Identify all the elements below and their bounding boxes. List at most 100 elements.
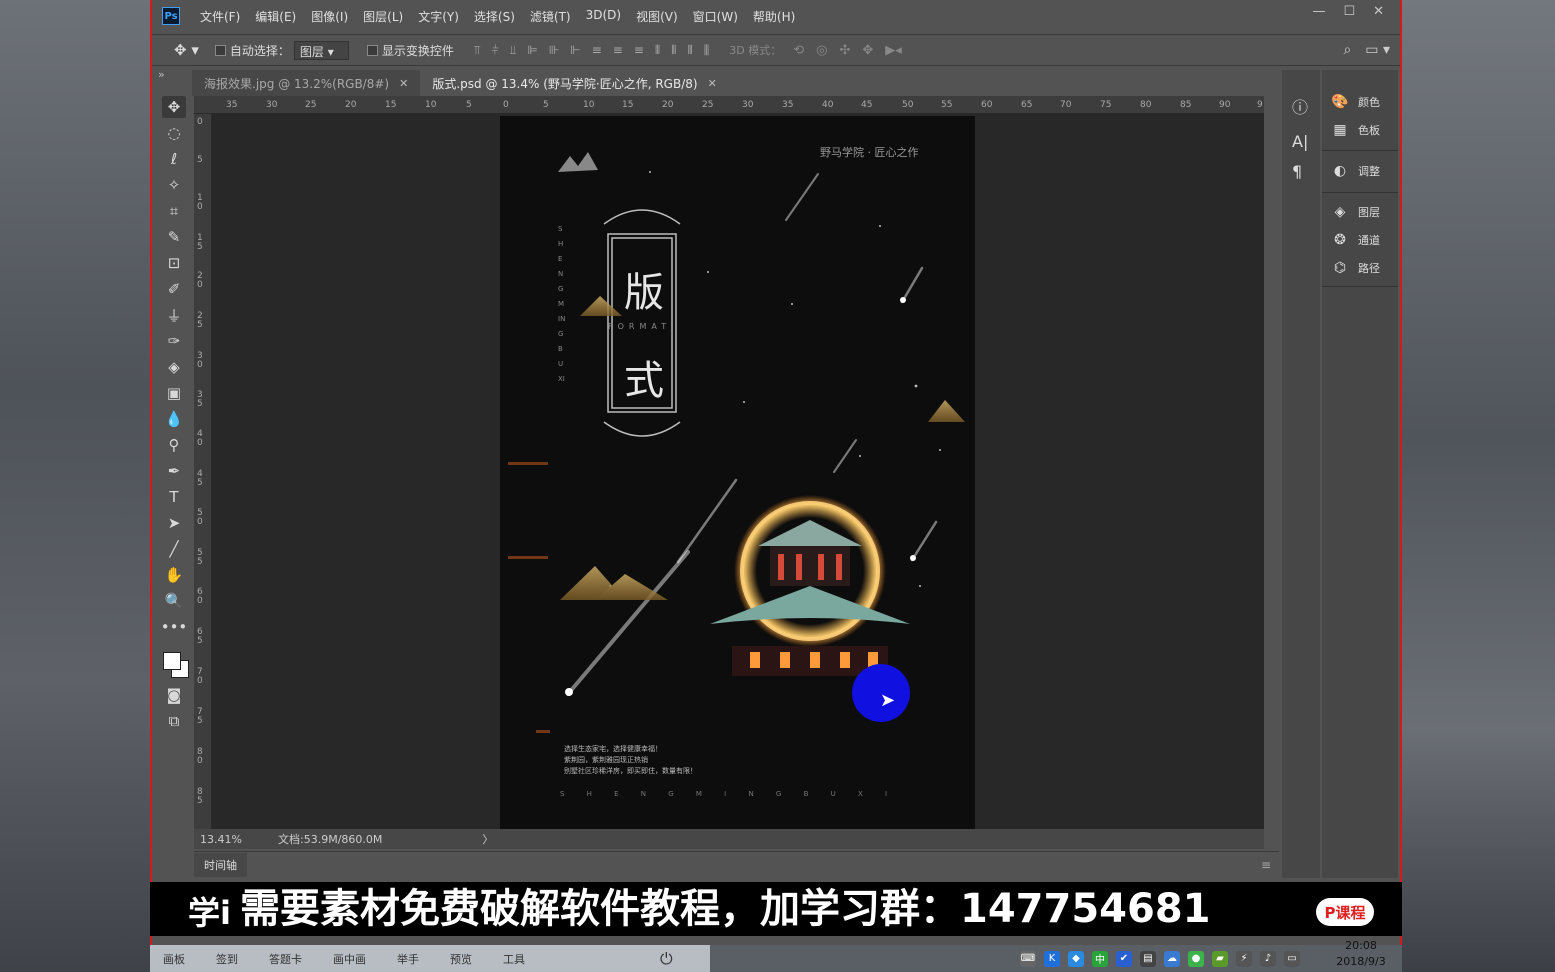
minimize-icon[interactable]: —	[1312, 4, 1325, 19]
menu-select[interactable]: 选择(S)	[474, 8, 515, 25]
align-right-icon[interactable]: ⊩	[570, 43, 580, 58]
frame-tool-icon[interactable]: ⊡	[162, 252, 186, 274]
distribute-left-icon[interactable]: ⦀	[655, 43, 660, 58]
panel-swatches[interactable]: ▦ 色板	[1330, 122, 1380, 138]
more-tools-icon[interactable]: •••	[161, 616, 188, 638]
distribute-top-icon[interactable]: ≡	[592, 43, 602, 58]
foreground-color-swatch[interactable]	[163, 652, 181, 670]
stamp-tool-icon[interactable]: ⏚	[162, 304, 186, 326]
toolbar-pip[interactable]: 画中画	[333, 951, 366, 967]
nvidia-icon[interactable]: ▰	[1212, 950, 1228, 967]
menu-edit[interactable]: 编辑(E)	[255, 8, 296, 25]
menu-filter[interactable]: 滤镜(T)	[530, 8, 571, 25]
panel-adjustments[interactable]: ◐ 调整	[1330, 163, 1380, 179]
path-select-tool-icon[interactable]: ➤	[162, 512, 186, 534]
close-tab-icon[interactable]: ✕	[708, 77, 717, 90]
color-swatches[interactable]	[159, 646, 189, 680]
menu-view[interactable]: 视图(V)	[636, 8, 678, 25]
toolbar-whiteboard[interactable]: 画板	[163, 951, 185, 967]
align-top-icon[interactable]: ⫪	[474, 43, 481, 58]
magic-wand-tool-icon[interactable]: ✧	[162, 174, 186, 196]
line-tool-icon[interactable]: ╱	[162, 538, 186, 560]
align-bottom-icon[interactable]: ⫫	[510, 43, 517, 58]
collapse-tools-icon[interactable]: »	[158, 68, 165, 81]
auto-align-icon[interactable]: ⫼	[704, 43, 710, 58]
info-icon[interactable]: ⓘ	[1292, 94, 1308, 118]
screen-mode-icon[interactable]: ⧉	[162, 710, 186, 732]
pen-tool-icon[interactable]: ✒	[162, 460, 186, 482]
close-icon[interactable]: ✕	[1373, 4, 1384, 19]
volume-icon[interactable]: ♪	[1260, 950, 1276, 967]
canvas-area[interactable]: 35 30 25 20 15 10 5 0 5 10 15 20 25 30 3…	[194, 96, 1264, 829]
toolbar-tools[interactable]: 工具	[503, 951, 525, 967]
3d-slide-icon[interactable]: ✥	[862, 43, 873, 58]
align-hcenter-icon[interactable]: ⊪	[549, 43, 559, 58]
k-app-icon[interactable]: K	[1044, 950, 1060, 967]
distribute-bottom-icon[interactable]: ≡	[634, 43, 644, 58]
film-icon[interactable]: ▤	[1140, 950, 1156, 967]
menu-window[interactable]: 窗口(W)	[693, 8, 738, 25]
3d-orbit-icon[interactable]: ⟲	[793, 43, 804, 58]
shield-app-icon[interactable]: ◆	[1068, 950, 1084, 967]
close-tab-icon[interactable]: ✕	[399, 77, 408, 90]
wechat-icon[interactable]: ●	[1188, 950, 1204, 967]
history-brush-tool-icon[interactable]: ✑	[162, 330, 186, 352]
marquee-tool-icon[interactable]: ◌	[162, 122, 186, 144]
align-left-icon[interactable]: ⊫	[527, 43, 537, 58]
toolbar-raise-hand[interactable]: 举手	[397, 951, 419, 967]
distribute-vcenter-icon[interactable]: ≡	[613, 43, 623, 58]
menu-type[interactable]: 文字(Y)	[418, 8, 459, 25]
panel-menu-icon[interactable]: ≡	[1261, 858, 1271, 872]
distribute-hcenter-icon[interactable]: ⦀	[671, 43, 676, 58]
distribute-right-icon[interactable]: ⦀	[687, 43, 692, 58]
3d-roll-icon[interactable]: ◎	[816, 43, 827, 58]
panel-layers[interactable]: ◈ 图层	[1330, 204, 1380, 220]
auto-select-checkbox[interactable]	[214, 44, 226, 56]
move-tool-preset-icon[interactable]: ✥ ▾	[174, 41, 199, 59]
toolbar-preview[interactable]: 预览	[450, 951, 472, 967]
hand-tool-icon[interactable]: ✋	[162, 564, 186, 586]
menu-image[interactable]: 图像(I)	[311, 8, 348, 25]
gradient-tool-icon[interactable]: ▣	[162, 382, 186, 404]
status-menu-icon[interactable]: 〉	[482, 831, 493, 847]
menu-help[interactable]: 帮助(H)	[753, 8, 795, 25]
dodge-tool-icon[interactable]: ⚲	[162, 434, 186, 456]
keyboard-icon[interactable]: ⌨	[1020, 950, 1036, 967]
network-icon[interactable]: ⚡	[1236, 950, 1252, 967]
eyedropper-tool-icon[interactable]: ✎	[162, 226, 186, 248]
toolbar-checkin[interactable]: 签到	[216, 951, 238, 967]
brush-tool-icon[interactable]: ✐	[162, 278, 186, 300]
workspace-icon[interactable]: ▭ ▾	[1365, 42, 1390, 58]
type-tool-icon[interactable]: T	[162, 486, 186, 508]
character-icon[interactable]: A|	[1292, 132, 1308, 151]
search-icon[interactable]: ⌕	[1343, 42, 1351, 58]
menu-3d[interactable]: 3D(D)	[586, 8, 621, 25]
zoom-level[interactable]: 13.41%	[194, 833, 244, 846]
poster-document[interactable]: 野马学院 · 匠心之作 版 FORMAT 式 SHENGMINGBUXI 选择生…	[500, 116, 975, 829]
crop-tool-icon[interactable]: ⌗	[162, 200, 186, 222]
cloud-icon[interactable]: ☁	[1164, 950, 1180, 967]
menu-layer[interactable]: 图层(L)	[363, 8, 403, 25]
auto-select-dropdown[interactable]: 图层 ▾	[293, 40, 349, 60]
timeline-tab[interactable]: 时间轴	[194, 852, 247, 877]
3d-camera-icon[interactable]: ▶◂	[885, 43, 902, 58]
panel-color[interactable]: 🎨 颜色	[1330, 94, 1380, 110]
tab-poster-jpg[interactable]: 海报效果.jpg @ 13.2%(RGB/8#) ✕	[192, 70, 421, 96]
security-icon[interactable]: ✔	[1116, 950, 1132, 967]
toolbar-answer-card[interactable]: 答题卡	[269, 951, 302, 967]
blur-tool-icon[interactable]: 💧	[162, 408, 186, 430]
show-transform-checkbox[interactable]	[366, 44, 378, 56]
align-vcenter-icon[interactable]: ⫩	[492, 43, 499, 58]
quick-mask-icon[interactable]: ◙	[162, 684, 186, 706]
zoom-tool-icon[interactable]: 🔍	[162, 590, 186, 612]
maximize-icon[interactable]: ☐	[1343, 4, 1355, 19]
system-clock[interactable]: 20:08 2018/9/3	[1326, 938, 1396, 970]
lasso-tool-icon[interactable]: ℓ	[162, 148, 186, 170]
menu-file[interactable]: 文件(F)	[200, 8, 240, 25]
power-icon[interactable]: ⏻	[660, 949, 673, 969]
paragraph-icon[interactable]: ¶	[1292, 162, 1302, 181]
move-tool-icon[interactable]: ✥	[162, 96, 186, 118]
3d-pan-icon[interactable]: ✣	[839, 43, 850, 58]
notification-icon[interactable]: ▭	[1284, 950, 1300, 967]
panel-paths[interactable]: ⌬ 路径	[1330, 260, 1380, 276]
